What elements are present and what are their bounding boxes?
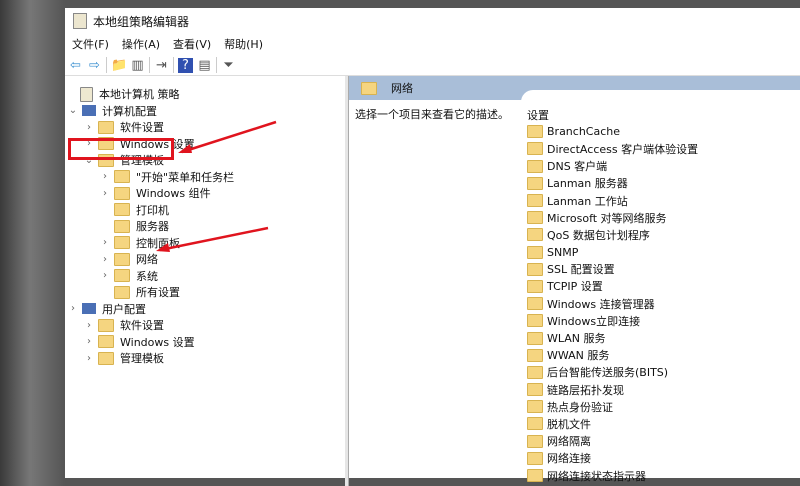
arrow-to-network: [159, 226, 269, 252]
arrow-to-admin-templates: [181, 120, 277, 154]
annotation-arrows: [156, 120, 277, 252]
